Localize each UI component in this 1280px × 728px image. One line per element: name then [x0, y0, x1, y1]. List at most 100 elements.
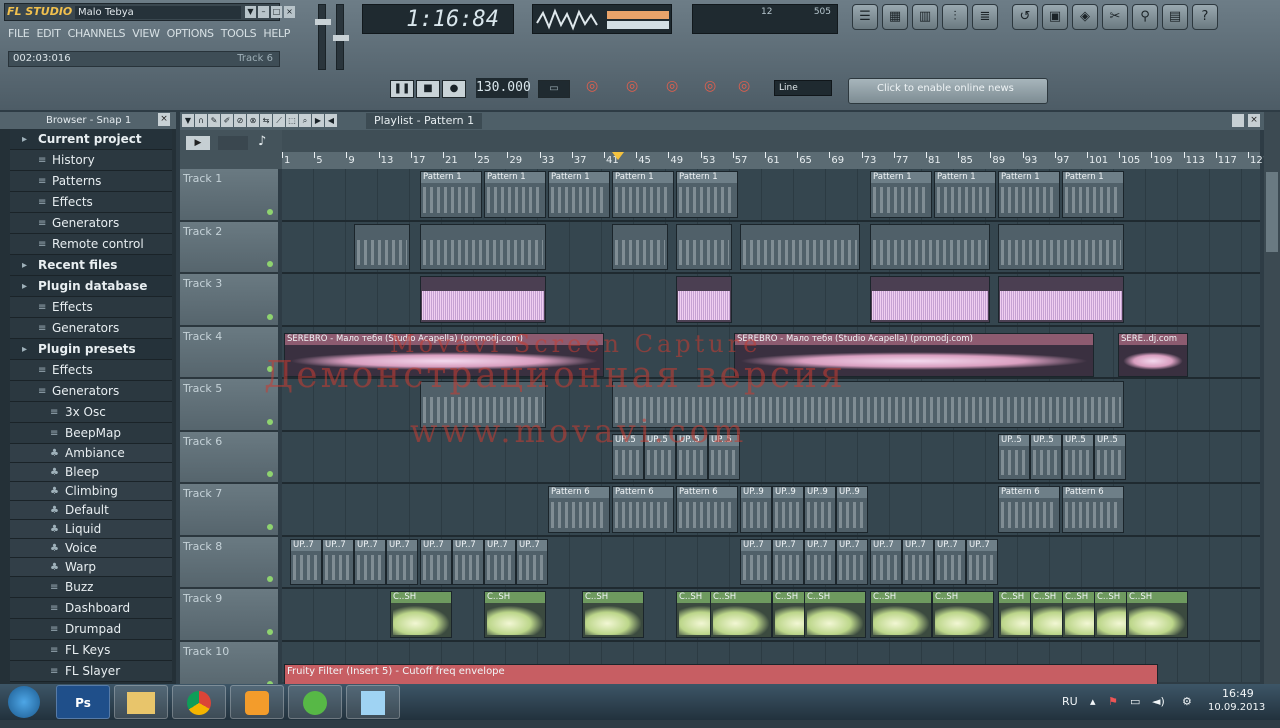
playlist-clip[interactable]: SEREBRO - Мало тебя (Studio Acapella) (p… [734, 332, 1094, 377]
save-icon[interactable]: ▣ [1042, 4, 1068, 30]
browser-item[interactable]: ♣ Climbing [10, 482, 172, 501]
delete-icon[interactable]: ⊘ [234, 114, 246, 127]
master-volume-slider[interactable] [315, 4, 331, 70]
browser-item[interactable]: ≡ FL Keys [10, 640, 172, 661]
browser-close-icon[interactable]: × [158, 113, 170, 126]
play-icon[interactable]: ▶ [312, 114, 324, 127]
explorer-task[interactable] [114, 685, 168, 719]
browser-item[interactable]: ≡ Generators [10, 318, 172, 339]
playlist-clip[interactable]: SEREBRO - Мало тебя (Studio Acapella) (p… [284, 332, 604, 377]
playlist-clip[interactable] [740, 223, 860, 270]
playlist-clip[interactable]: UP..9 [772, 486, 804, 533]
playlist-clip[interactable]: Pattern 1 [998, 171, 1060, 218]
track-enable-icon[interactable] [267, 261, 273, 267]
photoshop-task[interactable]: Ps [56, 685, 110, 719]
playlist-clip[interactable]: UP..7 [934, 538, 966, 585]
clock-date[interactable]: 10.09.2013 [1208, 702, 1265, 713]
playlist-clip[interactable]: Pattern 1 [548, 171, 610, 218]
metronome-icon[interactable]: ◎ [586, 78, 598, 94]
browser-item[interactable]: ≡ FL Slayer [10, 661, 172, 682]
playlist-clip[interactable]: UP..5 [676, 433, 708, 480]
track-header[interactable]: Track 9 [180, 589, 278, 642]
clock-time[interactable]: 16:49 [1222, 687, 1254, 700]
track-enable-icon[interactable] [267, 208, 273, 215]
playlist-clip[interactable]: UP..5 [644, 433, 676, 480]
track-enable-icon[interactable] [267, 313, 273, 320]
playlist-grid[interactable]: Pattern 1 Pattern 1 Pattern 1 Pattern 1 Patt… [282, 169, 1260, 708]
playlist-title[interactable]: Playlist - Pattern 1 [366, 113, 483, 129]
song-title[interactable]: Malo Tebya [75, 6, 241, 19]
track-enable-icon[interactable] [267, 628, 273, 635]
playlist-clip[interactable]: C..SH [710, 591, 772, 638]
browser-item[interactable]: ≡ Effects [10, 360, 172, 381]
tempo-display[interactable]: 130.000 [476, 78, 531, 98]
pattern-mode-icon[interactable]: ▶ [186, 136, 210, 150]
track-header[interactable]: Track 5 [180, 379, 278, 432]
playlist-clip[interactable]: Pattern 6 [1062, 486, 1124, 533]
playlist-clip[interactable]: UP..7 [966, 538, 998, 585]
browser-item[interactable]: ≡ Effects [10, 297, 172, 318]
zoom-icon[interactable]: ⌕ [299, 114, 311, 127]
playlist-clip[interactable]: Pattern 1 [676, 171, 738, 218]
loop-record-icon[interactable]: ◎ [738, 78, 750, 94]
app-task[interactable] [346, 685, 400, 719]
track-header[interactable]: Track 4 [180, 326, 278, 379]
slice-icon[interactable]: ⟋ [273, 114, 285, 127]
playlist-clip[interactable]: UP..7 [902, 538, 934, 585]
piano-roll-icon[interactable]: ▥ [912, 4, 938, 30]
record-button[interactable]: ● [442, 80, 466, 98]
menu-options[interactable]: OPTIONS [167, 27, 214, 45]
channel-settings-icon[interactable]: ≣ [972, 4, 998, 30]
scrollbar-thumb[interactable] [1266, 172, 1278, 252]
browser-item[interactable]: ♣ Liquid [10, 520, 172, 539]
track-enable-icon[interactable] [267, 471, 273, 477]
help-icon[interactable]: ? [1192, 4, 1218, 30]
track-enable-icon[interactable] [267, 366, 273, 372]
playlist-clip[interactable]: UP..7 [420, 538, 452, 585]
tools-icon[interactable]: ✂ [1102, 4, 1128, 30]
utorrent-task[interactable] [288, 685, 342, 719]
browser-item[interactable]: ♣ Warp [10, 558, 172, 577]
track-enable-icon[interactable] [267, 523, 273, 530]
browser-item[interactable]: ▸ Plugin presets [10, 339, 172, 360]
timeline-ruler[interactable]: 1 5 9 13 17 21 25 29 33 37 41 45 49 53 57 61 65 69 73 77 81 8… [281, 152, 1269, 169]
language-indicator[interactable]: RU [1062, 695, 1078, 708]
pattern-selector[interactable]: ▭ [538, 80, 570, 98]
track-header[interactable]: Track 3 [180, 274, 278, 327]
browser-item[interactable]: ▸ Current project [10, 129, 172, 150]
volume-icon[interactable]: ◄) [1152, 695, 1165, 708]
song-mode-icon[interactable] [218, 136, 248, 150]
playlist-clip[interactable] [420, 223, 546, 270]
playlist-clip[interactable]: UP..5 [708, 433, 740, 480]
chrome-task[interactable] [172, 685, 226, 719]
paint-icon[interactable]: ✐ [221, 114, 233, 127]
master-pitch-slider[interactable] [333, 4, 349, 70]
menu-arrow-icon[interactable]: ▼ [245, 6, 256, 18]
flag-icon[interactable]: ⚑ [1108, 695, 1118, 708]
menu-edit[interactable]: EDIT [36, 27, 60, 45]
playlist-clip[interactable]: UP..7 [290, 538, 322, 585]
playlist-clip[interactable]: UP..7 [804, 538, 836, 585]
playlist-clip[interactable]: UP..7 [516, 538, 548, 585]
playlist-close-icon[interactable]: × [1248, 114, 1260, 127]
playlist-clip[interactable]: Pattern 1 [870, 171, 932, 218]
track-header[interactable]: Track 1 [180, 169, 278, 222]
track-header[interactable]: Track 7 [180, 484, 278, 537]
slip-icon[interactable]: ⇆ [260, 114, 272, 127]
playlist-clip[interactable]: Pattern 1 [420, 171, 482, 218]
undo-icon[interactable]: ↺ [1012, 4, 1038, 30]
browser-item[interactable]: ♣ Default [10, 501, 172, 520]
song-position-marker[interactable] [612, 152, 624, 160]
playlist-clip[interactable]: UP..7 [386, 538, 418, 585]
playlist-clip[interactable]: C..SH [1126, 591, 1188, 638]
browser-item[interactable]: ≡ Remote control [10, 234, 172, 255]
playlist-clip[interactable]: UP..7 [740, 538, 772, 585]
playlist-clip[interactable]: Pattern 6 [998, 486, 1060, 533]
playlist-vertical-scrollbar[interactable] [1264, 112, 1280, 684]
browser-item[interactable]: ≡ Drumpad [10, 619, 172, 640]
network-icon[interactable]: ▭ [1130, 695, 1140, 708]
playlist-clip[interactable]: UP..7 [322, 538, 354, 585]
browser-item[interactable]: ▸ Recent files [10, 255, 172, 276]
playlist-clip[interactable]: UP..7 [452, 538, 484, 585]
playlist-restore-icon[interactable] [1232, 114, 1244, 127]
